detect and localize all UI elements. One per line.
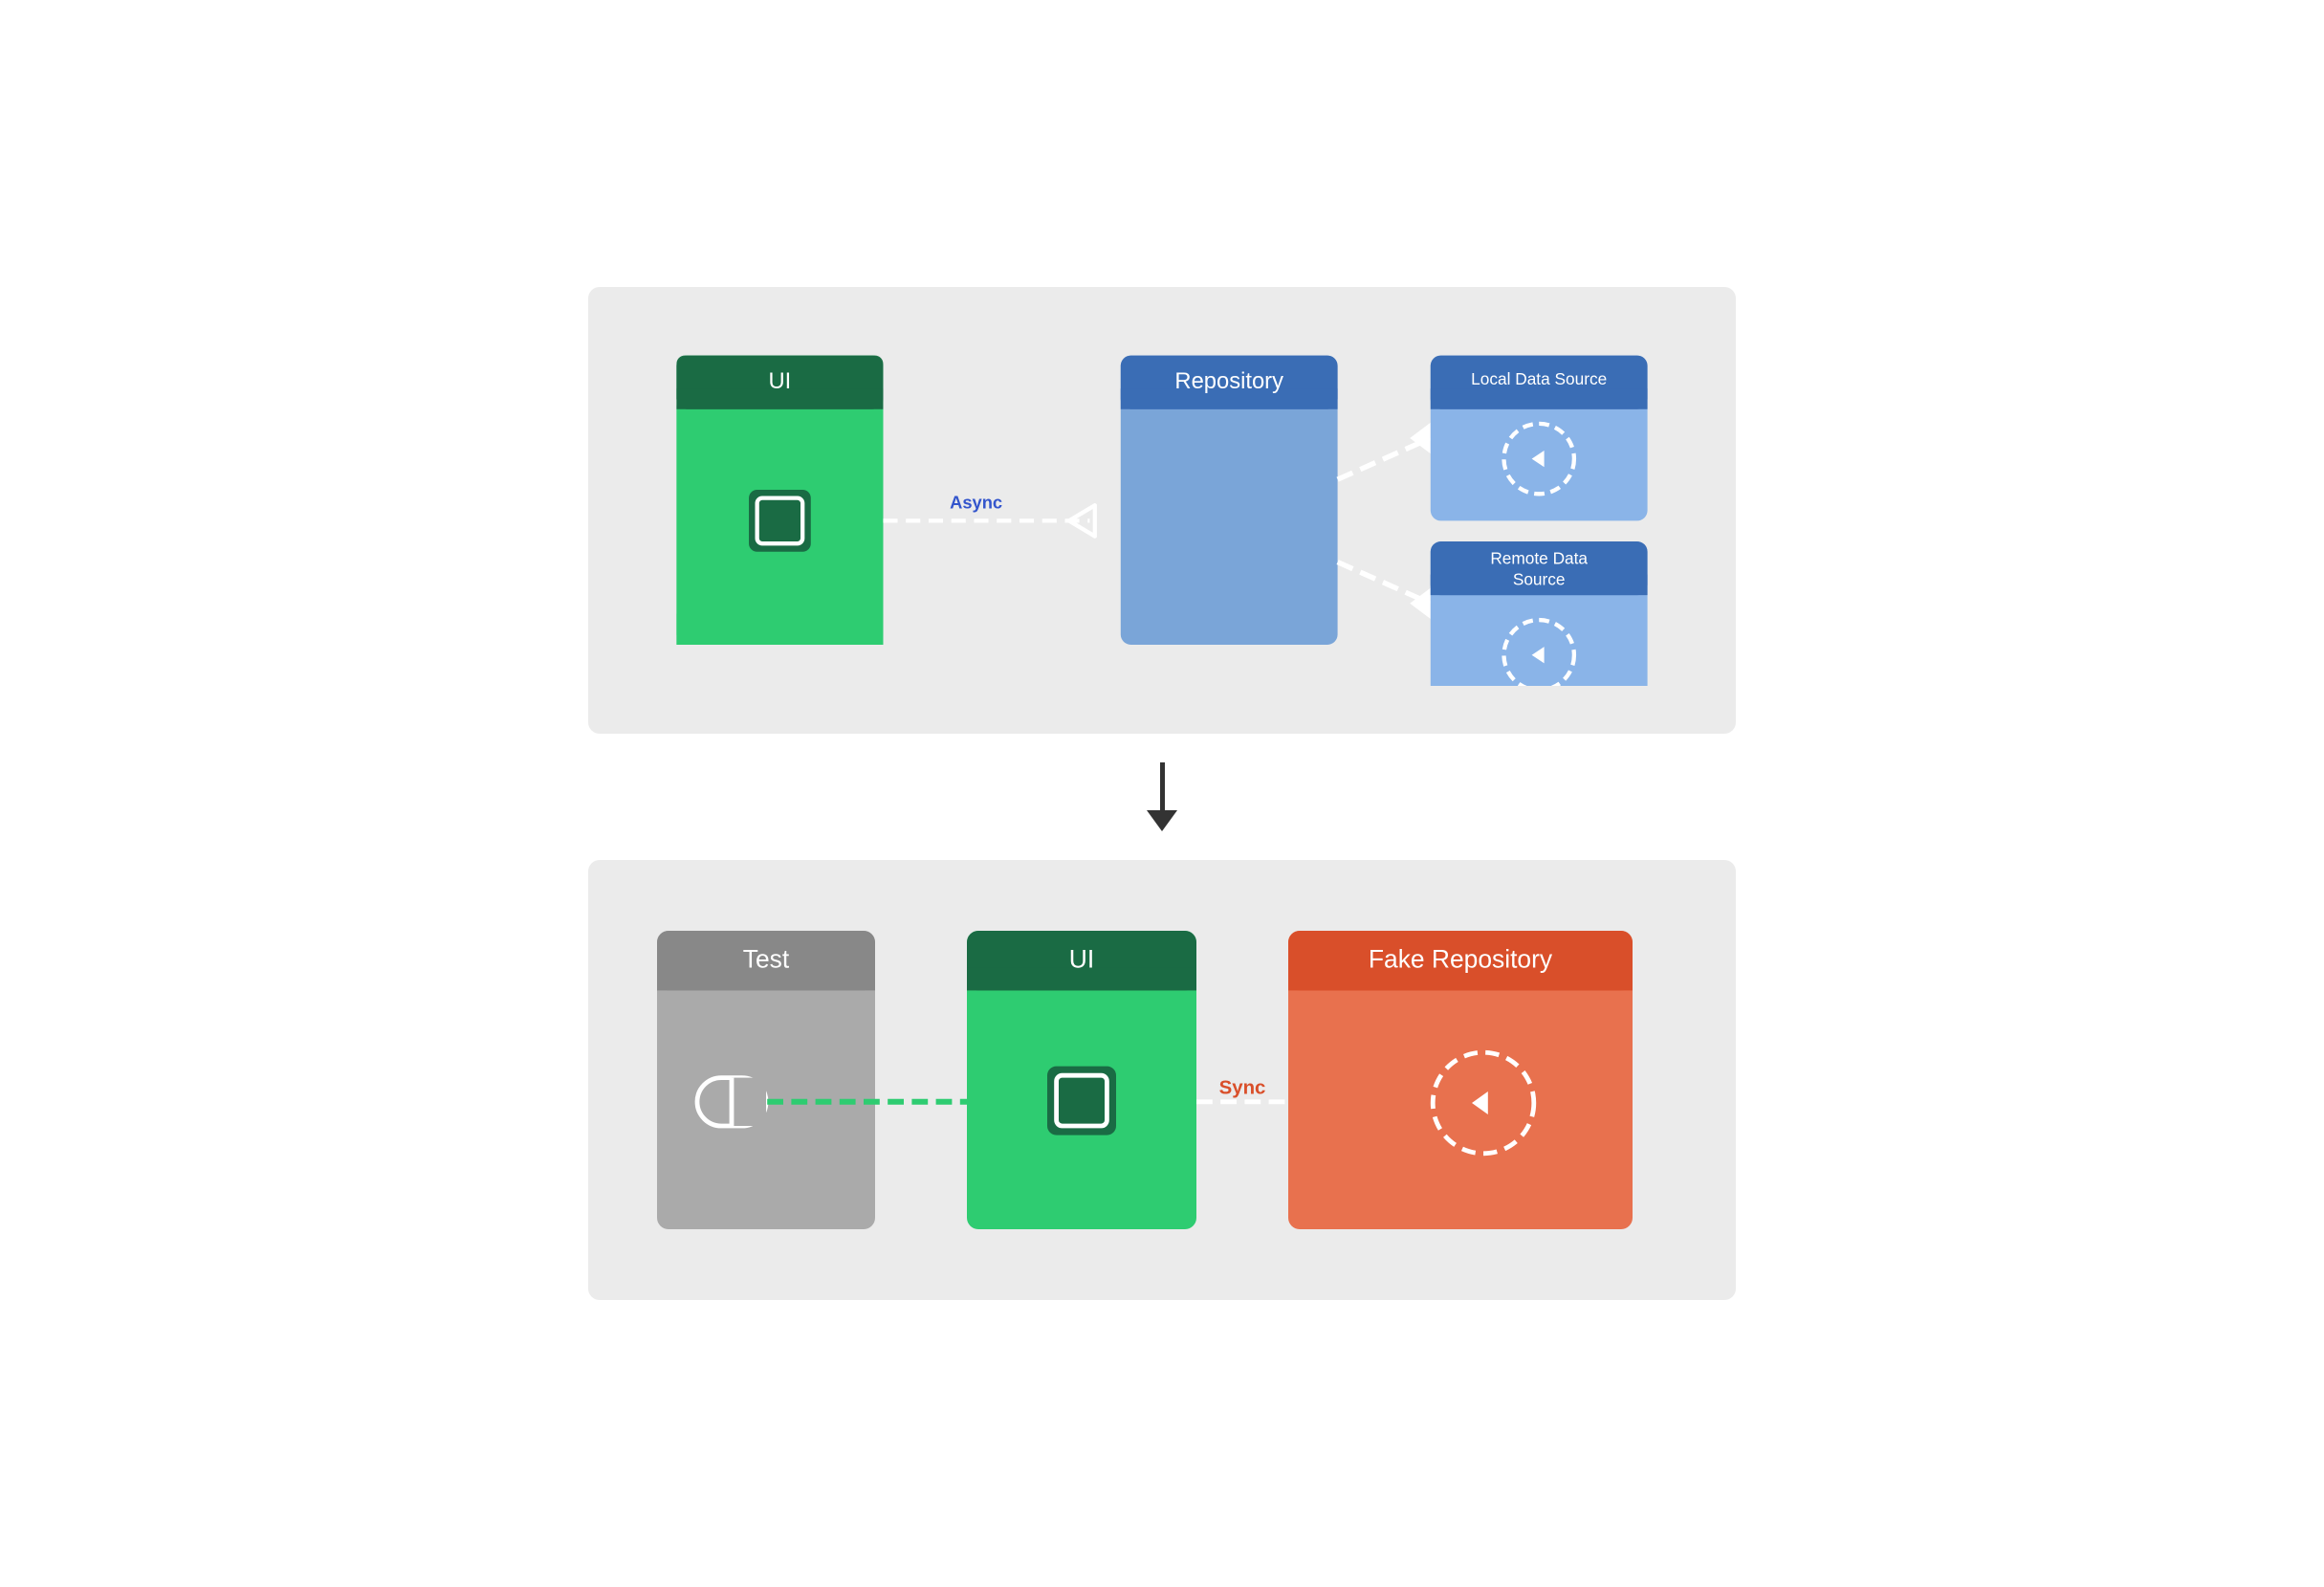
bottom-diagram: Test UI Sync Fake Rep (588, 860, 1736, 1300)
async-label-text: Async (950, 492, 1002, 512)
remote-ds-arrow (1410, 587, 1431, 618)
down-arrow (1147, 762, 1177, 831)
triangle-arrow (1069, 505, 1095, 536)
local-ds-label-text: Local Data Source (1471, 369, 1607, 388)
test-icon-right-cover (732, 1078, 766, 1126)
repo-to-remote-line (1338, 562, 1431, 603)
local-ds-arrow (1410, 423, 1431, 453)
remote-ds-label-line1: Remote Data (1490, 549, 1588, 568)
local-ds-header-fix (1431, 388, 1648, 409)
sync-label-text: Sync (1219, 1077, 1266, 1098)
top-diagram: UI Async Repository (588, 287, 1736, 734)
fake-repo-label-text: Fake Repository (1369, 944, 1553, 973)
top-diagram-svg: UI Async Repository (646, 335, 1678, 686)
repo-to-local-line (1338, 438, 1431, 479)
remote-ds-label-line2: Source (1513, 569, 1566, 588)
test-label-text: Test (743, 944, 790, 973)
down-arrow-head (1147, 810, 1177, 831)
main-container: UI Async Repository (588, 287, 1736, 1300)
bottom-diagram-svg: Test UI Sync Fake Rep (646, 908, 1678, 1252)
down-arrow-shaft (1160, 762, 1165, 810)
bottom-ui-label-text: UI (1069, 944, 1094, 973)
repo-label-text: Repository (1174, 368, 1283, 394)
ui-label-text: UI (769, 368, 792, 394)
